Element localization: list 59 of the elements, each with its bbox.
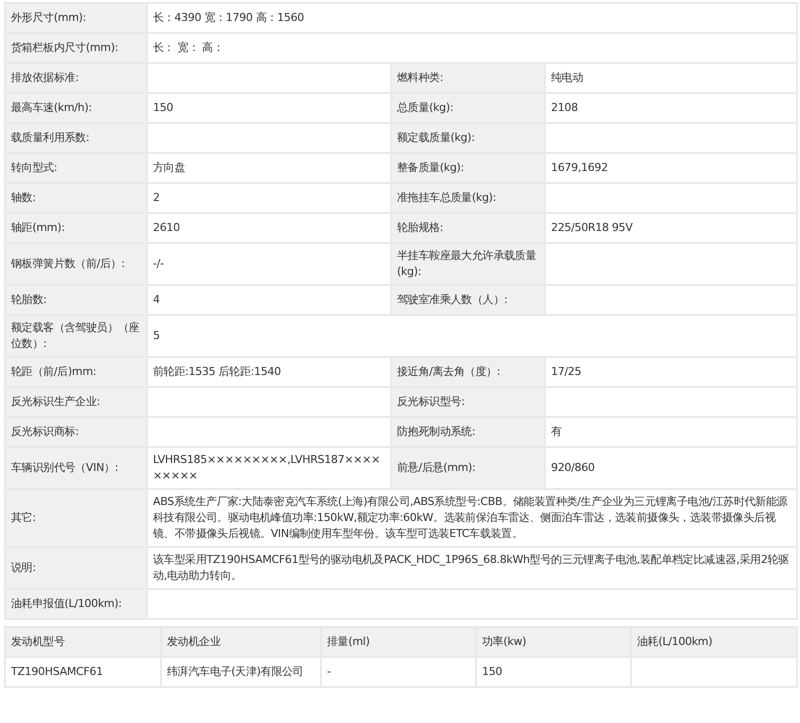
field-label: 半挂车鞍座最大允许承载质量(kg): [391, 243, 545, 285]
field-value: 920/860 [545, 447, 797, 489]
field-label: 轮胎数: [5, 285, 147, 315]
column-header: 发动机型号 [5, 627, 161, 657]
field-label: 轴数: [5, 183, 147, 213]
field-label: 货箱栏板内尺寸(mm): [5, 33, 147, 63]
table-cell: 纬湃汽车电子(天津)有限公司 [161, 657, 321, 687]
field-value: LVHRS185×××××××××,LVHRS187××××××××× [147, 447, 391, 489]
field-value: 纯电动 [545, 63, 797, 93]
field-label: 接近角/离去角（度）: [391, 357, 545, 387]
field-label: 驾驶室准乘人数（人）: [391, 285, 545, 315]
column-header: 排量(ml) [321, 627, 476, 657]
field-value: 225/50R18 95V [545, 213, 797, 243]
field-value: -/- [147, 243, 391, 285]
field-value: 5 [147, 315, 797, 357]
field-label: 载质量利用系数: [5, 123, 147, 153]
field-label: 钢板弹簧片数（前/后）: [5, 243, 147, 285]
table-cell: 150 [476, 657, 631, 687]
field-label: 额定载客（含驾驶员）（座位数）: [5, 315, 147, 357]
field-label: 说明: [5, 547, 147, 589]
field-value: 长：4390 宽：1790 高：1560 [147, 3, 797, 33]
field-label: 额定载质量(kg): [391, 123, 545, 153]
field-label: 前悬/后悬(mm): [391, 447, 545, 489]
field-value: 该车型采用TZ190HSAMCF61型号的驱动电机及PACK_HDC_1P96S_68.8kWh型号的三元锂离子电池,装配单档定比减速器,采用2轮驱动,电动助力转向。 [147, 547, 797, 589]
field-label: 外形尺寸(mm): [5, 3, 147, 33]
field-value: 2 [147, 183, 391, 213]
field-value: 前轮距:1535 后轮距:1540 [147, 357, 391, 387]
field-value: 1679,1692 [545, 153, 797, 183]
field-label: 整备质量(kg): [391, 153, 545, 183]
field-value: 方向盘 [147, 153, 391, 183]
table-cell: TZ190HSAMCF61 [5, 657, 161, 687]
field-value: 长： 宽： 高： [147, 33, 797, 63]
field-value: 有 [545, 417, 797, 447]
field-label: 油耗申报值(L/100km): [5, 589, 147, 619]
field-value: 150 [147, 93, 391, 123]
field-value: 4 [147, 285, 391, 315]
field-label: 排放依据标准: [5, 63, 147, 93]
field-label: 反光标识商标: [5, 417, 147, 447]
field-label: 车辆识别代号（VIN）: [5, 447, 147, 489]
column-header: 功率(kw) [476, 627, 631, 657]
field-label: 总质量(kg): [391, 93, 545, 123]
field-label: 反光标识生产企业: [5, 387, 147, 417]
field-value: 2108 [545, 93, 797, 123]
field-label: 其它: [5, 489, 147, 547]
field-value: 17/25 [545, 357, 797, 387]
field-label: 轮胎规格: [391, 213, 545, 243]
field-label: 准拖挂车总质量(kg): [391, 183, 545, 213]
field-value: ABS系统生产厂家:大陆泰密克汽车系统(上海)有限公司,ABS系统型号:CBB。储能装置种类/生产企业为三元锂离子电池/江苏时代新能源科技有限公司。驱动电机峰值功率:150kW,额定功率:60kW。选装前保泊车雷达、侧面泊车雷达，选装前摄像头，选装带摄像头后视镜、不带摄像头后视镜。VIN编制使用车型年份。该车型可选装ETC车载装置。 [147, 489, 797, 547]
table-cell: - [321, 657, 476, 687]
field-label: 轴距(mm): [5, 213, 147, 243]
column-header: 发动机企业 [161, 627, 321, 657]
column-header: 油耗(L/100km) [631, 627, 797, 657]
field-label: 转向型式: [5, 153, 147, 183]
field-label: 防抱死制动系统: [391, 417, 545, 447]
field-label: 轮距（前/后)mm: [5, 357, 147, 387]
field-label: 最高车速(km/h): [5, 93, 147, 123]
field-value: 2610 [147, 213, 391, 243]
field-label: 燃料种类: [391, 63, 545, 93]
field-label: 反光标识型号: [391, 387, 545, 417]
